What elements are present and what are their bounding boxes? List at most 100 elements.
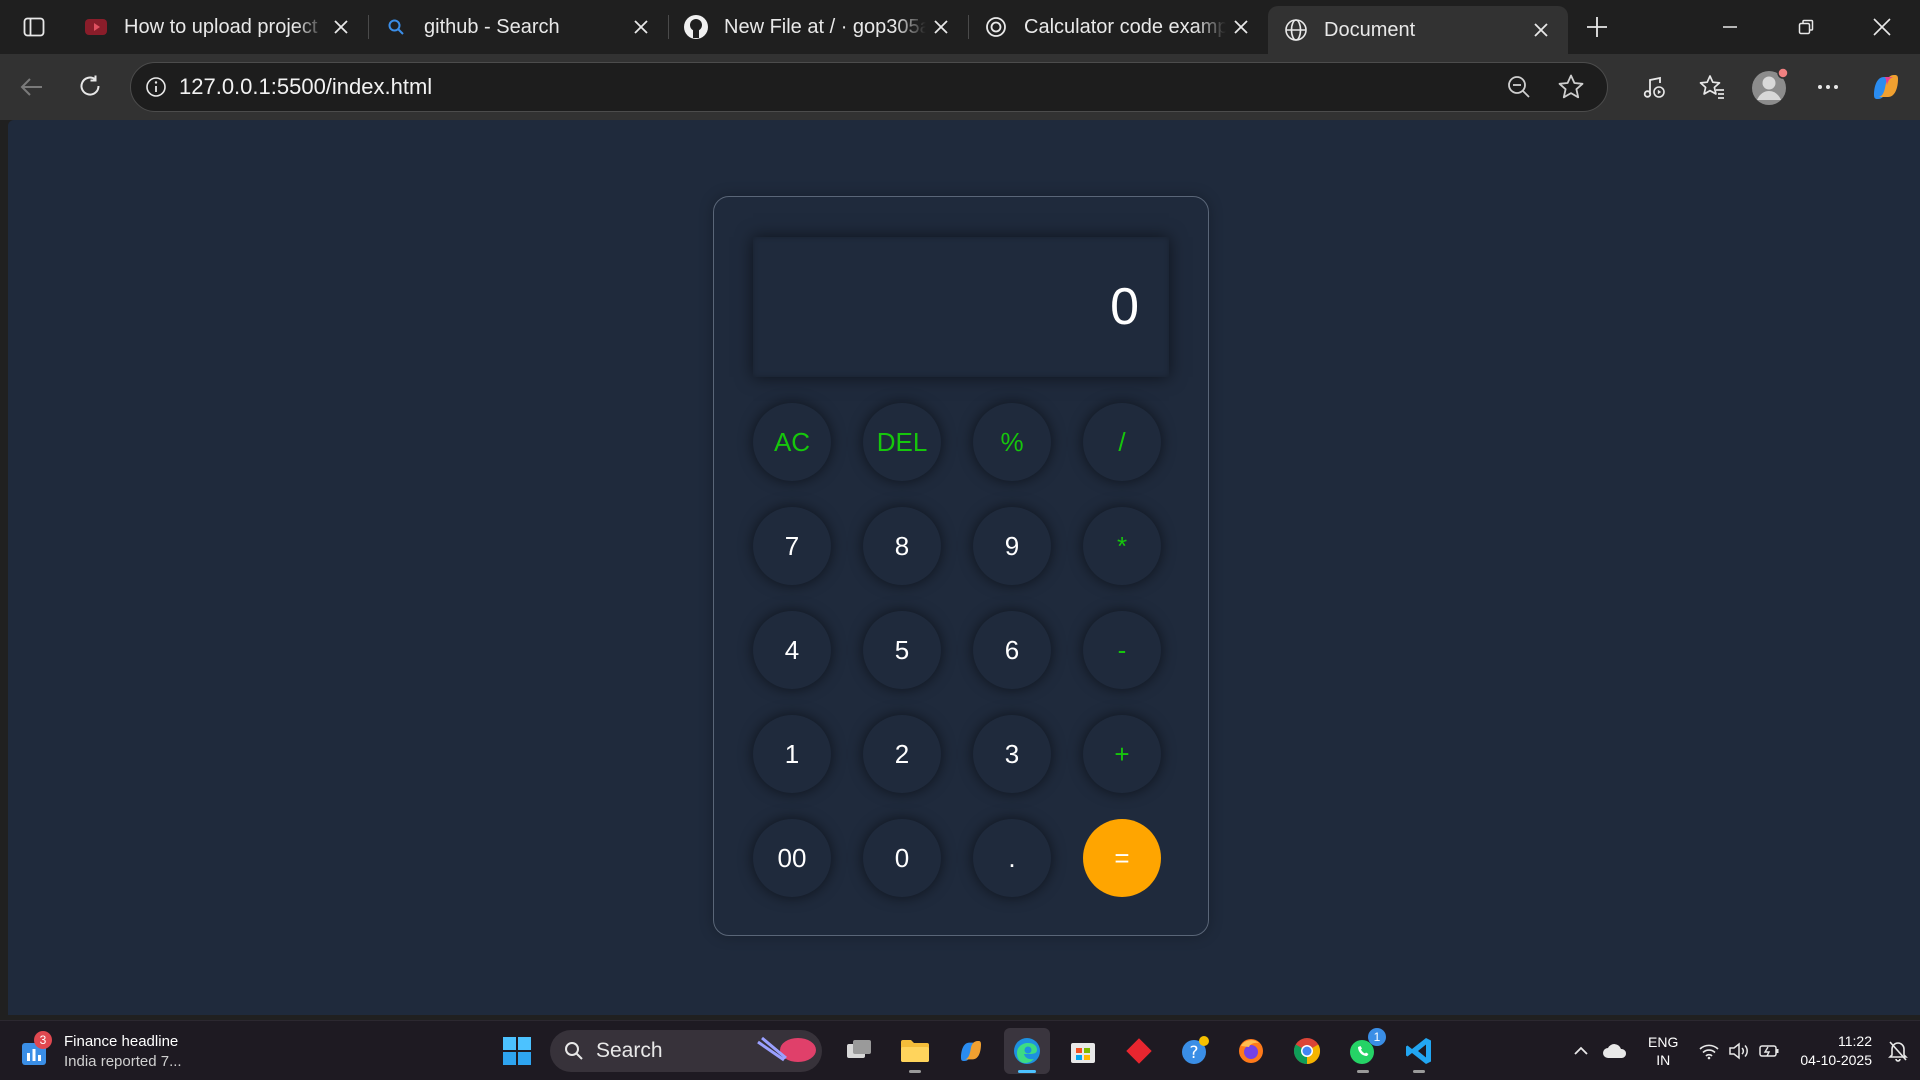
firefox-button[interactable] <box>1228 1028 1274 1074</box>
vscode-button[interactable] <box>1396 1028 1442 1074</box>
network-volume-battery[interactable] <box>1692 1021 1786 1080</box>
taskbar-search[interactable]: Search <box>550 1030 822 1072</box>
favorites-button[interactable] <box>1688 63 1736 111</box>
tab-youtube[interactable]: How to upload project <box>68 0 368 54</box>
widget-icon: 3 <box>20 1031 52 1067</box>
task-view-button[interactable] <box>836 1028 882 1074</box>
store-icon <box>1071 1043 1095 1063</box>
tab-github-new-file[interactable]: New File at / · gop305a <box>668 0 968 54</box>
close-icon[interactable] <box>1526 15 1556 45</box>
tab-strip: How to upload project github - Search Ne… <box>0 0 1920 54</box>
tab-github-search[interactable]: github - Search <box>368 0 668 54</box>
browser-toolbar: 127.0.0.1:5500/index.html <box>0 54 1920 120</box>
notification-badge: 3 <box>34 1031 52 1049</box>
minimize-button[interactable] <box>1692 0 1768 54</box>
firefox-icon <box>1239 1039 1263 1063</box>
language-indicator[interactable]: ENG IN <box>1634 1033 1692 1069</box>
calculator-keypad: AC DEL % / 7 8 9 * 4 5 6 - 1 2 3 + 00 0 … <box>753 403 1161 897</box>
news-widget[interactable]: 3 Finance headline India reported 7... <box>20 1027 182 1075</box>
help-app-button[interactable]: ? <box>1172 1028 1218 1074</box>
key-7[interactable]: 7 <box>753 507 831 585</box>
url-text[interactable]: 127.0.0.1:5500/index.html <box>179 74 1495 100</box>
key-2[interactable]: 2 <box>863 715 941 793</box>
store-button[interactable] <box>1060 1028 1106 1074</box>
key-decimal[interactable]: . <box>973 819 1051 897</box>
start-button[interactable] <box>494 1028 540 1074</box>
favorite-button[interactable] <box>1547 63 1595 111</box>
key-6[interactable]: 6 <box>973 611 1051 689</box>
profile-button[interactable] <box>1746 63 1794 111</box>
whatsapp-button[interactable]: 1 <box>1340 1028 1386 1074</box>
tab-actions-button[interactable] <box>0 0 68 54</box>
key-9[interactable]: 9 <box>973 507 1051 585</box>
close-icon[interactable] <box>626 12 656 42</box>
media-icon <box>1643 76 1665 98</box>
file-explorer-button[interactable] <box>892 1028 938 1074</box>
more-button[interactable] <box>1804 63 1852 111</box>
site-info-icon[interactable] <box>145 76 167 98</box>
window-controls <box>1692 0 1920 54</box>
close-icon[interactable] <box>326 12 356 42</box>
taskbar: 3 Finance headline India reported 7... S… <box>0 1020 1920 1080</box>
diamond-app-icon <box>1126 1038 1152 1064</box>
chrome-icon <box>1293 1038 1321 1065</box>
clock[interactable]: 11:22 04-10-2025 <box>1786 1032 1882 1070</box>
key-delete[interactable]: DEL <box>863 403 941 481</box>
key-0[interactable]: 0 <box>863 819 941 897</box>
key-percent[interactable]: % <box>973 403 1051 481</box>
media-button[interactable] <box>1630 63 1678 111</box>
tab-document[interactable]: Document <box>1268 6 1568 54</box>
address-bar[interactable]: 127.0.0.1:5500/index.html <box>130 62 1608 112</box>
folder-icon <box>901 1040 929 1062</box>
key-1[interactable]: 1 <box>753 715 831 793</box>
onedrive-tray[interactable] <box>1596 1021 1634 1080</box>
notifications-button[interactable] <box>1882 1021 1920 1080</box>
favorites-icon <box>1699 75 1724 99</box>
tab-chatgpt[interactable]: Calculator code examp <box>968 0 1268 54</box>
svg-text:?: ? <box>1189 1043 1198 1063</box>
key-multiply[interactable]: * <box>1083 507 1161 585</box>
copilot-button[interactable] <box>1862 63 1910 111</box>
running-indicator <box>1018 1070 1036 1073</box>
windows-icon <box>503 1037 531 1065</box>
key-clear[interactable]: AC <box>753 403 831 481</box>
help-icon: ? <box>1182 1036 1209 1064</box>
key-3[interactable]: 3 <box>973 715 1051 793</box>
new-tab-button[interactable] <box>1568 0 1626 54</box>
zoom-out-icon <box>1508 76 1530 98</box>
key-4[interactable]: 4 <box>753 611 831 689</box>
battery-icon <box>1759 1045 1779 1057</box>
key-double-zero[interactable]: 00 <box>753 819 831 897</box>
restore-button[interactable] <box>1768 0 1844 54</box>
language-code: ENG <box>1648 1034 1679 1050</box>
git-app-button[interactable] <box>1116 1028 1162 1074</box>
plus-icon <box>1587 17 1607 37</box>
zoom-button[interactable] <box>1495 63 1543 111</box>
refresh-button[interactable] <box>66 63 114 111</box>
close-icon[interactable] <box>926 12 956 42</box>
key-5[interactable]: 5 <box>863 611 941 689</box>
running-indicator <box>1357 1070 1369 1073</box>
tab-title: github - Search <box>424 15 560 38</box>
calculator-display: 0 <box>753 237 1169 377</box>
key-subtract[interactable]: - <box>1083 611 1161 689</box>
key-equals[interactable]: = <box>1083 819 1161 897</box>
volume-icon <box>1729 1042 1749 1060</box>
task-view-icon <box>847 1040 871 1058</box>
github-icon <box>682 13 710 41</box>
chrome-button[interactable] <box>1284 1028 1330 1074</box>
search-icon <box>382 13 410 41</box>
taskbar-apps: Search ? 1 <box>494 1025 1442 1077</box>
key-divide[interactable]: / <box>1083 403 1161 481</box>
key-add[interactable]: + <box>1083 715 1161 793</box>
toolbar-right <box>1630 63 1910 111</box>
edge-button[interactable] <box>1004 1028 1050 1074</box>
close-icon[interactable] <box>1226 12 1256 42</box>
refresh-icon <box>80 75 100 96</box>
show-hidden-icons[interactable] <box>1566 1021 1596 1080</box>
key-8[interactable]: 8 <box>863 507 941 585</box>
back-button[interactable] <box>8 63 56 111</box>
close-window-button[interactable] <box>1844 0 1920 54</box>
copilot-app-button[interactable] <box>948 1028 994 1074</box>
widget-subtext: India reported 7... <box>64 1052 182 1070</box>
